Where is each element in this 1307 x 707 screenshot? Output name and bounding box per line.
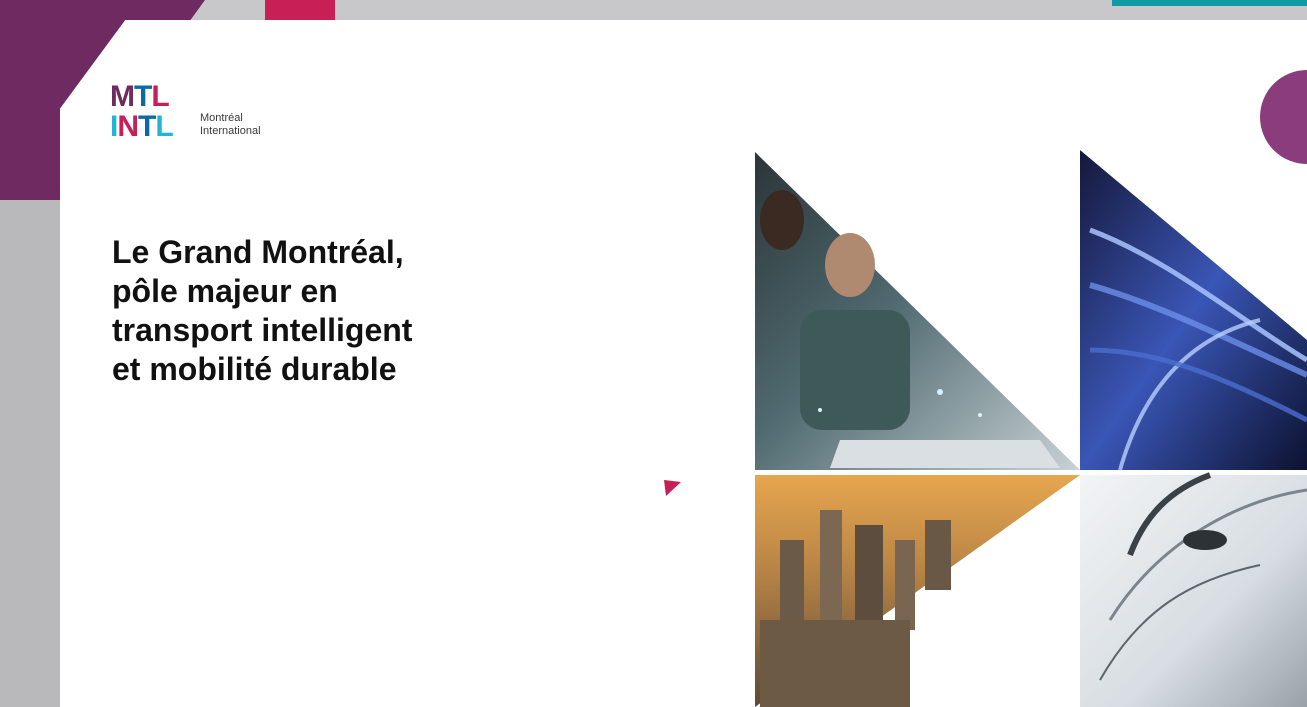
magenta-tab-shape	[265, 0, 335, 20]
teal-tab-shape	[1112, 0, 1307, 6]
slide: MTL INTL Montréal International Le Grand…	[60, 20, 1307, 707]
photo-mosaic	[755, 150, 1307, 707]
electric-car-charging-photo	[1080, 472, 1307, 707]
people-at-laptop-photo	[755, 152, 1080, 470]
gray-corner-shape	[0, 200, 60, 707]
city-skyline-sunset-photo	[755, 475, 1080, 707]
highway-light-trails-photo	[1080, 150, 1307, 471]
